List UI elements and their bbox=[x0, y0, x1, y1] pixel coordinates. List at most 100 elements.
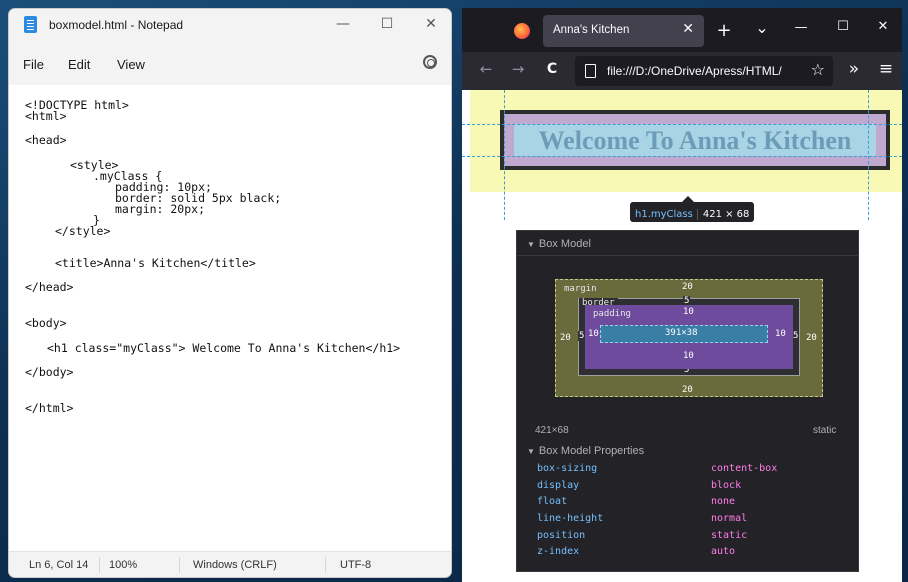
code-line: <h1 class="myClass"> Welcome To Anna's K… bbox=[47, 341, 401, 355]
code-line: <title>Anna's Kitchen</title> bbox=[55, 256, 256, 270]
page-content: Welcome To Anna's Kitchen h1.myClass 421 … bbox=[462, 90, 902, 582]
menu-view[interactable]: View bbox=[117, 57, 145, 72]
cursor-position: Ln 6, Col 14 bbox=[29, 559, 89, 571]
url-bar[interactable]: file:///D:/OneDrive/Apress/HTML/ ☆ bbox=[575, 56, 833, 86]
property-name: display bbox=[537, 480, 580, 491]
section-divider bbox=[517, 255, 858, 256]
zoom-level: 100% bbox=[109, 559, 138, 571]
tab-close-icon[interactable]: ✕ bbox=[682, 21, 694, 37]
code-line: <body> bbox=[25, 316, 67, 330]
property-row: display block bbox=[537, 480, 837, 496]
padding-label: padding bbox=[593, 309, 631, 319]
settings-gear-icon[interactable] bbox=[423, 55, 437, 69]
overflow-chevron-icon[interactable]: » bbox=[844, 59, 864, 79]
tab-list-button[interactable]: ⌄ bbox=[752, 18, 772, 37]
properties-title: Box Model Properties bbox=[538, 445, 645, 457]
maximize-button[interactable]: ☐ bbox=[365, 9, 409, 43]
property-row: box-sizing content-box bbox=[537, 463, 837, 479]
code-line: </style> bbox=[55, 224, 111, 238]
element-size: 421×68 bbox=[535, 425, 569, 436]
guide-line bbox=[868, 90, 869, 220]
property-name: float bbox=[537, 496, 568, 507]
property-row: z-index auto bbox=[537, 546, 837, 562]
h1-content-area: Welcome To Anna's Kitchen bbox=[514, 124, 876, 156]
menu-file[interactable]: File bbox=[23, 57, 44, 72]
property-name: position bbox=[537, 530, 586, 541]
property-value[interactable]: normal bbox=[711, 513, 747, 524]
tab-strip: Anna's Kitchen ✕ + ⌄ — ☐ ✕ bbox=[462, 8, 902, 52]
box-model-header[interactable]: ▼ Box Model bbox=[527, 238, 591, 250]
element-tooltip: h1.myClass 421 × 68 bbox=[630, 196, 755, 222]
tooltip-selector: h1.myClass bbox=[635, 209, 693, 220]
notepad-title-bar[interactable]: boxmodel.html - Notepad — ☐ ✕ bbox=[9, 9, 451, 43]
padding-right-value[interactable]: 10 bbox=[775, 329, 786, 339]
guide-line bbox=[504, 90, 505, 220]
property-name: z-index bbox=[537, 546, 580, 557]
encoding: UTF-8 bbox=[340, 559, 372, 571]
h1-border-box[interactable]: Welcome To Anna's Kitchen bbox=[500, 110, 890, 170]
page-icon bbox=[585, 64, 596, 78]
property-value[interactable]: static bbox=[711, 530, 747, 541]
navigation-toolbar: ← → C file:///D:/OneDrive/Apress/HTML/ ☆… bbox=[462, 52, 902, 90]
property-row: line-height normal bbox=[537, 513, 837, 529]
content-size[interactable]: 391×38 bbox=[665, 328, 698, 338]
content-box-diagram[interactable]: 391×38 bbox=[600, 325, 768, 343]
border-right-value[interactable]: 5 bbox=[792, 331, 800, 341]
url-text[interactable]: file:///D:/OneDrive/Apress/HTML/ bbox=[607, 64, 797, 78]
code-line: margin: 20px; bbox=[115, 202, 206, 216]
window-title: boxmodel.html - Notepad bbox=[49, 18, 184, 32]
property-value[interactable]: block bbox=[711, 480, 741, 491]
status-bar: Ln 6, Col 14 100% Windows (CRLF) UTF-8 bbox=[9, 551, 451, 577]
property-row: float none bbox=[537, 496, 837, 512]
element-position: static bbox=[813, 425, 837, 436]
collapse-arrow-icon: ▼ bbox=[527, 447, 535, 456]
status-divider bbox=[179, 557, 180, 573]
notepad-app-icon bbox=[24, 16, 37, 33]
page-heading: Welcome To Anna's Kitchen bbox=[538, 126, 852, 155]
text-editor[interactable]: <!DOCTYPE html> <html> <head> <style> .m… bbox=[9, 85, 451, 551]
property-name: box-sizing bbox=[537, 463, 598, 474]
property-row: position static bbox=[537, 530, 837, 546]
guide-line bbox=[462, 124, 902, 125]
firefox-window: Anna's Kitchen ✕ + ⌄ — ☐ ✕ ← → C file://… bbox=[462, 8, 902, 582]
padding-left-value[interactable]: 10 bbox=[588, 329, 599, 339]
menu-hamburger-icon[interactable]: ≡ bbox=[876, 59, 896, 79]
maximize-button[interactable]: ☐ bbox=[828, 19, 858, 34]
code-line: </head> bbox=[25, 280, 74, 294]
box-model-properties-header[interactable]: ▼ Box Model Properties bbox=[527, 445, 644, 457]
firefox-logo-icon bbox=[514, 23, 530, 39]
forward-button[interactable]: → bbox=[508, 60, 528, 78]
status-divider bbox=[325, 557, 326, 573]
margin-box-diagram[interactable]: margin 20 20 20 20 border 5 5 5 5 paddin… bbox=[555, 279, 823, 397]
close-button[interactable]: ✕ bbox=[409, 9, 451, 43]
line-endings: Windows (CRLF) bbox=[193, 559, 277, 571]
border-box-diagram[interactable]: border 5 5 5 5 padding 10 10 10 10 391×3… bbox=[578, 296, 800, 376]
margin-left-value[interactable]: 20 bbox=[560, 333, 571, 343]
close-button[interactable]: ✕ bbox=[868, 19, 898, 34]
margin-top-value[interactable]: 20 bbox=[682, 282, 693, 292]
box-model-title: Box Model bbox=[538, 238, 591, 250]
property-value[interactable]: auto bbox=[711, 546, 735, 557]
new-tab-button[interactable]: + bbox=[714, 20, 734, 41]
menu-edit[interactable]: Edit bbox=[68, 57, 90, 72]
back-button[interactable]: ← bbox=[476, 60, 496, 78]
minimize-button[interactable]: — bbox=[321, 9, 365, 43]
code-line: </body> bbox=[25, 365, 74, 379]
reload-button[interactable]: C bbox=[542, 61, 562, 77]
tab-annas-kitchen[interactable]: Anna's Kitchen ✕ bbox=[543, 15, 704, 47]
margin-highlight: Welcome To Anna's Kitchen bbox=[470, 90, 902, 192]
margin-bottom-value[interactable]: 20 bbox=[682, 385, 693, 395]
status-divider bbox=[99, 557, 100, 573]
minimize-button[interactable]: — bbox=[786, 20, 816, 35]
collapse-arrow-icon: ▼ bbox=[527, 240, 535, 249]
bookmark-star-icon[interactable]: ☆ bbox=[811, 60, 825, 79]
margin-right-value[interactable]: 20 bbox=[806, 333, 817, 343]
property-value[interactable]: content-box bbox=[711, 463, 777, 474]
property-value[interactable]: none bbox=[711, 496, 735, 507]
padding-bottom-value[interactable]: 10 bbox=[683, 351, 694, 361]
code-line: <head> bbox=[25, 133, 67, 147]
padding-top-value[interactable]: 10 bbox=[683, 307, 694, 317]
padding-box-diagram[interactable]: padding 10 10 10 10 391×38 bbox=[585, 305, 793, 369]
tab-title: Anna's Kitchen bbox=[553, 24, 630, 36]
devtools-panel: ▼ Box Model margin 20 20 20 20 border 5 5… bbox=[516, 230, 859, 572]
